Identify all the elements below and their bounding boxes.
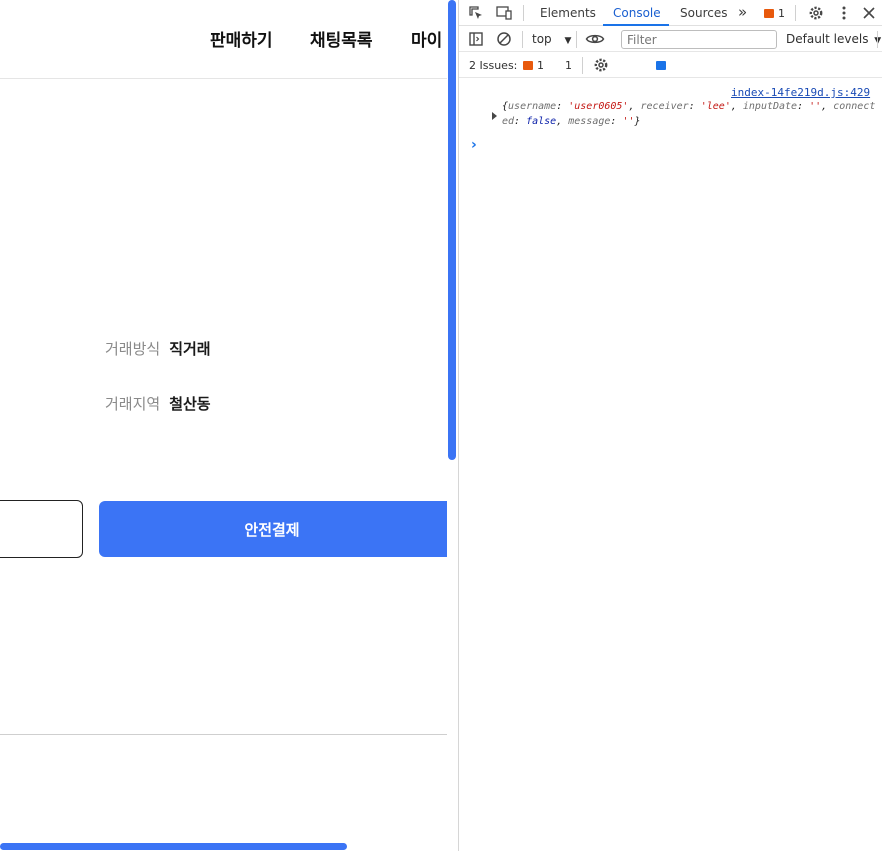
context-selector[interactable]: top ▼	[532, 32, 571, 46]
trade-region-value: 철산동	[169, 395, 211, 413]
log-key: message	[568, 116, 611, 127]
log-value: false	[526, 116, 557, 127]
trade-region-label: 거래지역	[105, 395, 161, 413]
live-expression-eye-icon[interactable]	[585, 30, 605, 48]
issues-warning-count: 1	[537, 59, 544, 72]
issues-warning-badge[interactable]: 1	[523, 59, 544, 72]
nav-sell-link[interactable]: 판매하기	[210, 26, 273, 51]
trade-method-row: 거래방식 직거래	[105, 338, 211, 359]
inspect-element-icon[interactable]	[467, 4, 485, 22]
info-message-icon	[656, 61, 666, 70]
safe-payment-label: 안전결제	[244, 520, 300, 539]
trade-region-row: 거래지역 철산동	[105, 393, 211, 414]
toolbar-separator	[576, 31, 577, 48]
clear-console-icon[interactable]	[495, 30, 513, 48]
tab-console[interactable]: Console	[613, 6, 661, 20]
log-value: 'lee'	[700, 101, 731, 112]
log-value: 'user0605'	[568, 101, 629, 112]
toolbar-separator	[522, 31, 523, 48]
issues-bar: 2 Issues: 1 1	[459, 53, 882, 78]
warning-count: 1	[778, 7, 785, 20]
header-divider	[0, 78, 447, 79]
safe-payment-button[interactable]: 안전결제	[99, 501, 447, 557]
tab-separator	[523, 5, 524, 21]
tab-separator	[795, 5, 796, 21]
trade-method-value: 직거래	[169, 340, 211, 358]
vertical-scrollbar[interactable]	[448, 0, 456, 460]
issues-info-badge[interactable]: 1	[551, 59, 666, 72]
log-value: ''	[809, 101, 822, 112]
log-key: inputDate	[742, 101, 798, 112]
more-options-icon[interactable]	[835, 4, 853, 22]
console-prompt-icon[interactable]: ›	[471, 137, 477, 153]
console-toolbar: top ▼ Default levels ▼	[459, 27, 882, 52]
nav-mypage-link[interactable]: 마이	[411, 26, 442, 51]
log-key: username	[508, 101, 557, 112]
settings-gear-icon[interactable]	[807, 4, 825, 22]
context-label: top	[532, 32, 552, 46]
warning-icon	[764, 9, 774, 18]
issues-label[interactable]: 2 Issues:	[469, 59, 517, 72]
toolbar-separator	[582, 57, 583, 74]
trade-method-label: 거래방식	[105, 340, 161, 358]
expand-object-triangle-icon[interactable]	[492, 112, 497, 120]
log-levels-label: Default levels	[786, 32, 869, 46]
close-devtools-icon[interactable]	[860, 4, 878, 22]
log-value: ''	[622, 116, 635, 127]
log-levels-dropdown[interactable]: Default levels ▼	[786, 32, 881, 46]
tab-elements[interactable]: Elements	[540, 6, 596, 20]
device-toolbar-icon[interactable]	[495, 4, 513, 22]
section-divider	[0, 734, 447, 735]
console-filter-input[interactable]	[621, 30, 777, 49]
chat-button[interactable]	[0, 500, 83, 558]
tab-sources[interactable]: Sources	[680, 6, 727, 20]
toolbar-separator	[877, 31, 878, 48]
console-settings-gear-icon[interactable]	[592, 56, 610, 74]
warning-badge[interactable]: 1	[764, 7, 785, 20]
horizontal-scrollbar[interactable]	[0, 843, 347, 850]
devtools-panel: Elements Console Sources » 1 top ▼ Filte…	[458, 0, 882, 851]
web-page: 판매하기 채팅목록 마이 거래방식 직거래 거래지역 철산동 안전결제	[0, 0, 447, 851]
issues-info-count: 1	[565, 59, 572, 72]
console-log-entry[interactable]: {username: 'user0605', receiver: 'lee', …	[502, 99, 877, 129]
log-source-link[interactable]: index-14fe219d.js:429	[731, 86, 870, 99]
nav-chat-list-link[interactable]: 채팅목록	[310, 26, 373, 51]
devtools-tabbar: Elements Console Sources » 1	[459, 0, 882, 26]
log-key: receiver	[640, 101, 689, 112]
log-brace-close: }	[634, 116, 641, 127]
more-tabs-icon[interactable]: »	[738, 3, 747, 21]
dropdown-arrow-icon: ▼	[564, 36, 572, 46]
active-tab-indicator	[603, 24, 669, 26]
sidebar-toggle-icon[interactable]	[467, 30, 485, 48]
warning-icon	[523, 61, 533, 70]
